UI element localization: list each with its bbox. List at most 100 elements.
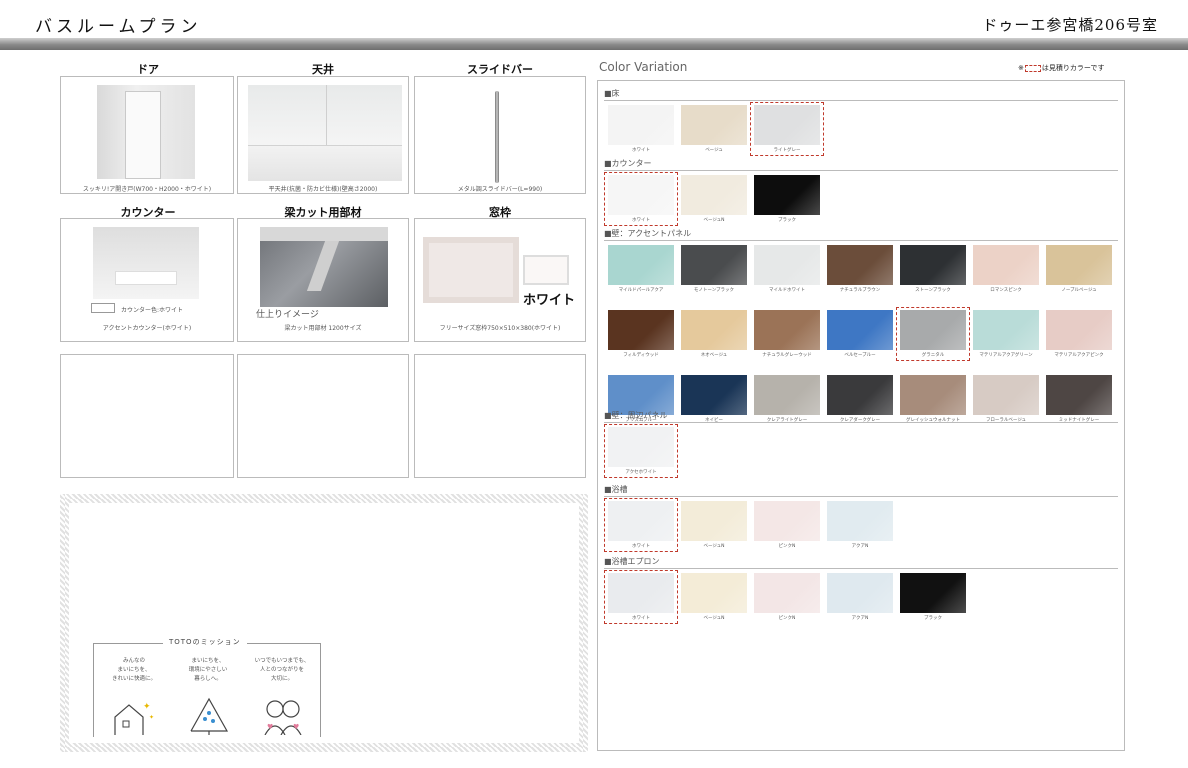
section-divider-3 <box>604 422 1118 423</box>
color-swatch-label: アクセホワイト <box>625 470 657 475</box>
slide-bar-panel: メタル調スライドバー(L=990) <box>414 76 586 194</box>
door-photo <box>97 85 195 179</box>
color-swatch <box>608 310 674 350</box>
color-swatch <box>827 310 893 350</box>
empty-panel-2 <box>237 354 409 478</box>
notes-area: TOTOのミッション みんなの まいにちを、 きれいに快適に。 まいにちを、 環… <box>60 494 588 752</box>
color-swatch <box>900 375 966 415</box>
color-swatch <box>754 573 820 613</box>
section-divider-1 <box>604 170 1118 171</box>
beam-finish-note: 仕上りイメージ <box>256 310 319 320</box>
color-swatch <box>827 245 893 285</box>
color-swatch-label: ホワイト <box>632 148 650 153</box>
color-swatch-label: ホワイト <box>632 544 650 549</box>
color-swatch <box>973 310 1039 350</box>
note-prefix: ※ <box>1018 64 1024 72</box>
section-divider-4 <box>604 496 1118 497</box>
color-swatch <box>608 245 674 285</box>
color-swatch <box>900 310 966 350</box>
color-swatch <box>973 245 1039 285</box>
color-swatch-label: アクアN <box>851 544 869 549</box>
house-sparkle-icon: ✦ ✦ <box>114 702 154 735</box>
beam-cut-caption: 梁カット用部材 1200サイズ <box>284 325 362 332</box>
toto-mission: TOTOのミッション みんなの まいにちを、 きれいに快適に。 まいにちを、 環… <box>93 635 321 737</box>
color-swatch-label: ネオベージュ <box>700 353 728 358</box>
mission-text-2: まいにちを、 環境にやさしい 暮らしへ。 <box>188 658 228 682</box>
color-swatch-label: ベージュN <box>703 218 725 223</box>
section-label-4: ■浴槽 <box>604 485 628 494</box>
section-divider-5 <box>604 568 1118 569</box>
color-swatch <box>754 175 820 215</box>
section-label-1: ■カウンター <box>604 159 652 168</box>
svg-text:✦: ✦ <box>149 714 154 721</box>
color-swatch <box>681 245 747 285</box>
color-variation-heading: Color Variation <box>599 60 688 74</box>
section-label-3: ■壁：周辺パネル <box>604 411 668 420</box>
color-swatch <box>608 375 674 415</box>
beam-cut-photo <box>260 227 388 307</box>
page-title: バスルームプラン <box>35 17 202 37</box>
color-swatch <box>1046 310 1112 350</box>
door-panel: スッキリ!ア開き戸(W700・H2000・ホワイト) <box>60 76 234 194</box>
svg-text:✦: ✦ <box>143 702 151 712</box>
color-swatch <box>754 310 820 350</box>
color-swatch <box>608 175 674 215</box>
color-swatch-label: ホワイト <box>632 218 650 223</box>
slide-bar-photo <box>485 91 509 183</box>
color-swatch-label: アクアN <box>851 616 869 621</box>
color-swatch-label: ブラック <box>924 616 942 621</box>
color-swatch-label: フィルディウッド <box>623 353 659 358</box>
section-label-0: ■床 <box>604 89 620 98</box>
color-swatch-label: ピンクN <box>778 544 796 549</box>
color-swatch-label: マテリアルアクアピンク <box>1054 353 1104 358</box>
svg-text:♥: ♥ <box>267 723 273 731</box>
section-label-5: ■浴槽エプロン <box>604 557 660 566</box>
color-swatch-label: ベルセーブルー <box>844 353 876 358</box>
window-frame-photo <box>423 237 519 303</box>
window-frame-caption: フリーサイズ窓枠750×510×380(ホワイト) <box>439 325 561 332</box>
color-swatch-label: ノーブルベージュ <box>1061 288 1097 293</box>
mission-text-3: いつでもいつまでも、 人とのつながりを 大切に。 <box>254 658 310 682</box>
color-swatch <box>681 375 747 415</box>
window-frame-color-label: ホワイト <box>523 293 576 308</box>
counter-color-note: カウンター色:ホワイト <box>121 307 184 314</box>
color-swatch <box>827 375 893 415</box>
section-divider-2 <box>604 240 1118 241</box>
color-swatch <box>1046 245 1112 285</box>
color-swatch <box>608 573 674 613</box>
slide-bar-title: スライドバー <box>467 63 533 76</box>
color-swatch-label: ホワイト <box>632 616 650 621</box>
empty-panel-3 <box>414 354 586 478</box>
color-swatch <box>681 105 747 145</box>
color-swatch-label: ナチュラルグレーウッド <box>762 353 812 358</box>
color-swatch-label: モノトーンブラック <box>693 288 735 293</box>
color-swatch <box>608 105 674 145</box>
door-title: ドア <box>137 63 159 76</box>
counter-photo <box>93 227 199 299</box>
color-swatch-label: マテリアルアクアグリーン <box>979 353 1033 358</box>
color-swatch-label: ライトグレー <box>773 148 801 153</box>
color-swatch <box>608 427 674 467</box>
window-frame-panel: ホワイト フリーサイズ窓枠750×510×380(ホワイト) <box>414 218 586 342</box>
color-swatch <box>827 501 893 541</box>
mission-title: TOTOのミッション <box>163 637 247 647</box>
color-swatch-label: ピンクN <box>778 616 796 621</box>
note-suffix: は見積りカラーです <box>1041 64 1105 72</box>
color-swatch-label: グラニタル <box>921 353 945 358</box>
ceiling-photo <box>248 85 402 181</box>
slide-bar-caption: メタル調スライドバー(L=990) <box>457 186 543 193</box>
color-swatch-label: ベージュN <box>703 616 725 621</box>
people-heart-icon: ♥ ♥ <box>264 700 302 735</box>
color-swatch <box>900 245 966 285</box>
ceiling-panel: 平天井(抗菌・防カビ仕様)(壁高さ2000) <box>237 76 409 194</box>
empty-panel-1 <box>60 354 234 478</box>
color-swatch <box>681 175 747 215</box>
color-swatch <box>1046 375 1112 415</box>
color-swatch-label: マイルドパールアクア <box>618 288 664 293</box>
color-swatch <box>681 310 747 350</box>
color-swatch <box>754 245 820 285</box>
color-swatch-label: ベージュ <box>705 148 723 153</box>
section-label-2: ■壁：アクセントパネル <box>604 229 692 238</box>
color-swatch <box>973 375 1039 415</box>
counter-caption: アクセントカウンター(ホワイト) <box>102 325 192 332</box>
